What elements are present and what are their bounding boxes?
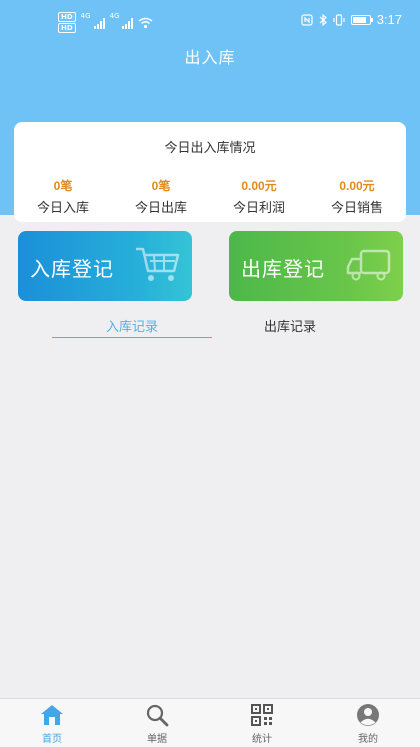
status-right: 3:17 bbox=[301, 12, 402, 27]
stat-today-profit: 0.00元 今日利润 bbox=[210, 177, 308, 216]
stat-label: 今日利润 bbox=[232, 201, 285, 216]
truck-icon bbox=[346, 249, 391, 281]
stat-value: 0.00元 bbox=[241, 179, 277, 193]
active-tab-indicator bbox=[52, 337, 212, 338]
nav-item-home[interactable]: 首页 bbox=[22, 703, 82, 745]
search-icon bbox=[146, 704, 169, 727]
stock-out-label: 出库登记 bbox=[241, 257, 325, 281]
stat-label: 今日销售 bbox=[330, 201, 383, 216]
signal-icon bbox=[93, 17, 105, 29]
signal-icon bbox=[122, 17, 134, 29]
battery-icon bbox=[350, 14, 373, 25]
network-label: 4G bbox=[80, 12, 91, 20]
nav-item-statistics[interactable]: 统计 bbox=[232, 703, 292, 745]
nav-label: 单据 bbox=[147, 734, 167, 745]
nav-label: 统计 bbox=[252, 734, 272, 745]
summary-card: 今日出入库情况 0笔 今日入库 0笔 今日出库 0.00元 今日利润 0.00元… bbox=[14, 122, 406, 222]
status-time: 3:17 bbox=[376, 12, 402, 27]
tab-stock-in-records[interactable]: 入库记录 bbox=[52, 316, 212, 335]
stock-in-button[interactable]: 入库登记 bbox=[18, 231, 192, 301]
cart-icon bbox=[136, 247, 180, 281]
stat-today-out: 0笔 今日出库 bbox=[112, 177, 210, 216]
home-icon bbox=[41, 705, 63, 725]
stat-label: 今日出库 bbox=[134, 201, 187, 216]
status-bar: HD HD 4G 4G 3:17 bbox=[0, 0, 420, 42]
hd-badge: HD bbox=[58, 12, 76, 22]
record-tabs: 入库记录 出库记录 bbox=[0, 310, 420, 340]
nfc-icon bbox=[301, 13, 313, 26]
qrcode-icon bbox=[251, 704, 273, 726]
network-label: 4G bbox=[109, 12, 120, 20]
stat-value: 0笔 bbox=[151, 179, 171, 193]
summary-title: 今日出入库情况 bbox=[164, 141, 256, 156]
nav-label: 首页 bbox=[42, 734, 62, 745]
bluetooth-icon bbox=[319, 13, 327, 26]
stat-value: 0笔 bbox=[53, 179, 73, 193]
stock-out-button[interactable]: 出库登记 bbox=[229, 231, 403, 301]
page-title: 出入库 bbox=[184, 48, 236, 67]
hd-badges: HD HD bbox=[58, 12, 76, 33]
nav-label: 我的 bbox=[358, 734, 378, 745]
bottom-nav: 首页 单据 统计 我的 bbox=[0, 698, 420, 747]
wifi-icon bbox=[139, 17, 153, 28]
user-icon bbox=[357, 704, 379, 726]
stat-value: 0.00元 bbox=[339, 179, 375, 193]
stat-label: 今日入库 bbox=[36, 201, 89, 216]
nav-item-profile[interactable]: 我的 bbox=[338, 703, 398, 745]
stat-today-in: 0笔 今日入库 bbox=[14, 177, 112, 216]
nav-item-documents[interactable]: 单据 bbox=[127, 703, 187, 745]
stock-in-label: 入库登记 bbox=[30, 257, 114, 281]
status-left: HD HD 4G 4G bbox=[58, 12, 153, 33]
stat-today-sales: 0.00元 今日销售 bbox=[308, 177, 406, 216]
vibrate-icon bbox=[333, 13, 345, 26]
hd-badge: HD bbox=[58, 23, 76, 33]
tab-stock-out-records[interactable]: 出库记录 bbox=[210, 316, 370, 335]
